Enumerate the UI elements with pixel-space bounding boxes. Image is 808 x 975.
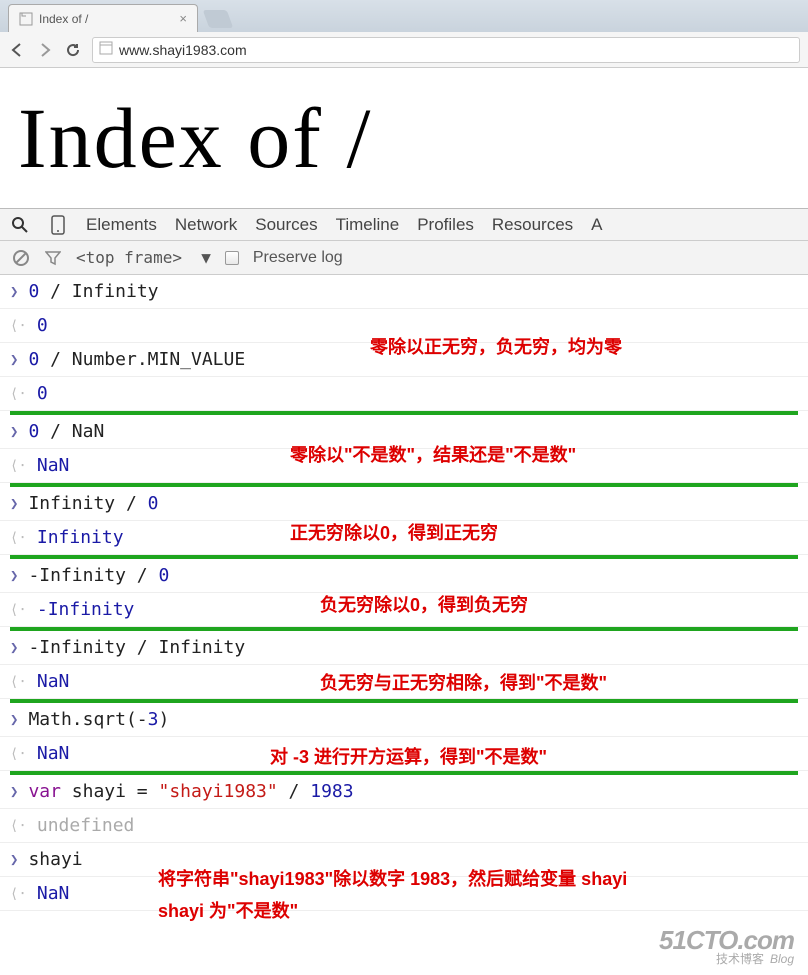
annotation-text: 将字符串"shayi1983"除以数字 1983，然后赋给变量 shayi (158, 865, 627, 891)
code-text: 0 (37, 383, 48, 404)
input-prompt-icon: ❯ (10, 424, 18, 440)
output-prompt-icon: ⟨⋅ (10, 318, 27, 334)
forward-button[interactable] (36, 41, 54, 59)
new-tab-button[interactable] (203, 10, 234, 28)
input-prompt-icon: ❯ (10, 784, 18, 800)
output-prompt-icon: ⟨⋅ (10, 818, 27, 834)
console-toolbar: <top frame> ▼ Preserve log (0, 241, 808, 275)
console-output-row: ⟨⋅ 0 (0, 377, 808, 411)
tab-sources[interactable]: Sources (255, 215, 317, 235)
code-text: Math.sqrt(-3) (28, 709, 169, 730)
console-input-row: ❯ Infinity / 0 (0, 487, 808, 521)
preserve-log-label: Preserve log (253, 249, 343, 267)
tab-network[interactable]: Network (175, 215, 237, 235)
code-text: undefined (37, 815, 135, 836)
context-selector[interactable]: <top frame> ▼ (76, 248, 211, 267)
watermark: 51CTO.com 技术博客 Blog (659, 927, 794, 965)
tab-more[interactable]: A (591, 215, 602, 235)
input-prompt-icon: ❯ (10, 496, 18, 512)
tab-elements[interactable]: Elements (86, 215, 157, 235)
search-icon[interactable] (10, 215, 30, 235)
code-text: var shayi = "shayi1983" / 1983 (28, 781, 353, 802)
console-output-row: ⟨⋅ undefined (0, 809, 808, 843)
back-button[interactable] (8, 41, 26, 59)
code-text: NaN (37, 671, 70, 692)
preserve-log-checkbox[interactable] (225, 251, 239, 265)
page-content: Index of / (0, 68, 808, 208)
tab-title: Index of / (39, 12, 88, 26)
code-text: NaN (37, 455, 70, 476)
code-text: -Infinity / 0 (28, 565, 169, 586)
console-input-row: ❯ Math.sqrt(-3) (0, 703, 808, 737)
output-prompt-icon: ⟨⋅ (10, 886, 27, 902)
browser-tab[interactable]: Index of / × (8, 4, 198, 32)
browser-nav-bar: www.shayi1983.com (0, 32, 808, 68)
device-icon[interactable] (48, 215, 68, 235)
code-text: -Infinity / Infinity (28, 637, 245, 658)
input-prompt-icon: ❯ (10, 352, 18, 368)
annotation-text: shayi 为"不是数" (158, 897, 298, 923)
annotation-text: 零除以正无穷，负无穷，均为零 (370, 333, 622, 359)
browser-tab-strip: Index of / × (0, 0, 808, 32)
tab-favicon (19, 12, 33, 26)
input-prompt-icon: ❯ (10, 712, 18, 728)
output-prompt-icon: ⟨⋅ (10, 674, 27, 690)
devtools-tabs: Elements Network Sources Timeline Profil… (0, 209, 808, 241)
filter-icon[interactable] (44, 249, 62, 267)
input-prompt-icon: ❯ (10, 284, 18, 300)
code-text: Infinity / 0 (28, 493, 158, 514)
input-prompt-icon: ❯ (10, 640, 18, 656)
console-output[interactable]: ❯0 / Infinity⟨⋅0❯0 / Number.MIN_VALUE⟨⋅0… (0, 275, 808, 911)
code-text: 0 / Infinity (28, 281, 158, 302)
console-input-row: ❯ var shayi = "shayi1983" / 1983 (0, 775, 808, 809)
input-prompt-icon: ❯ (10, 568, 18, 584)
code-text: Infinity (37, 527, 124, 548)
address-bar[interactable]: www.shayi1983.com (92, 37, 800, 63)
console-input-row: ❯ -Infinity / Infinity (0, 631, 808, 665)
reload-button[interactable] (64, 41, 82, 59)
tab-profiles[interactable]: Profiles (417, 215, 474, 235)
annotation-text: 对 -3 进行开方运算，得到"不是数" (270, 743, 547, 769)
output-prompt-icon: ⟨⋅ (10, 746, 27, 762)
output-prompt-icon: ⟨⋅ (10, 386, 27, 402)
tab-timeline[interactable]: Timeline (336, 215, 400, 235)
console-input-row: ❯ -Infinity / 0 (0, 559, 808, 593)
watermark-logo: 51CTO.com (659, 927, 794, 953)
annotation-text: 负无穷除以0，得到负无穷 (320, 591, 528, 617)
code-text: -Infinity (37, 599, 135, 620)
annotation-text: 零除以"不是数"，结果还是"不是数" (290, 441, 576, 467)
page-heading: Index of / (18, 88, 790, 188)
code-text: 0 / Number.MIN_VALUE (28, 349, 245, 370)
code-text: 0 (37, 315, 48, 336)
site-info-icon[interactable] (99, 41, 113, 58)
output-prompt-icon: ⟨⋅ (10, 602, 27, 618)
output-prompt-icon: ⟨⋅ (10, 458, 27, 474)
output-prompt-icon: ⟨⋅ (10, 530, 27, 546)
annotation-text: 负无穷与正无穷相除，得到"不是数" (320, 669, 607, 695)
code-text: NaN (37, 743, 70, 764)
url-text: www.shayi1983.com (119, 42, 247, 58)
devtools-panel: Elements Network Sources Timeline Profil… (0, 208, 808, 911)
code-text: 0 / NaN (28, 421, 104, 442)
code-text: shayi (28, 849, 82, 870)
input-prompt-icon: ❯ (10, 852, 18, 868)
code-text: NaN (37, 883, 70, 904)
console-input-row: ❯ 0 / Infinity (0, 275, 808, 309)
tab-close-icon[interactable]: × (179, 11, 187, 26)
clear-console-icon[interactable] (12, 249, 30, 267)
annotation-text: 正无穷除以0，得到正无穷 (290, 519, 498, 545)
tab-resources[interactable]: Resources (492, 215, 573, 235)
